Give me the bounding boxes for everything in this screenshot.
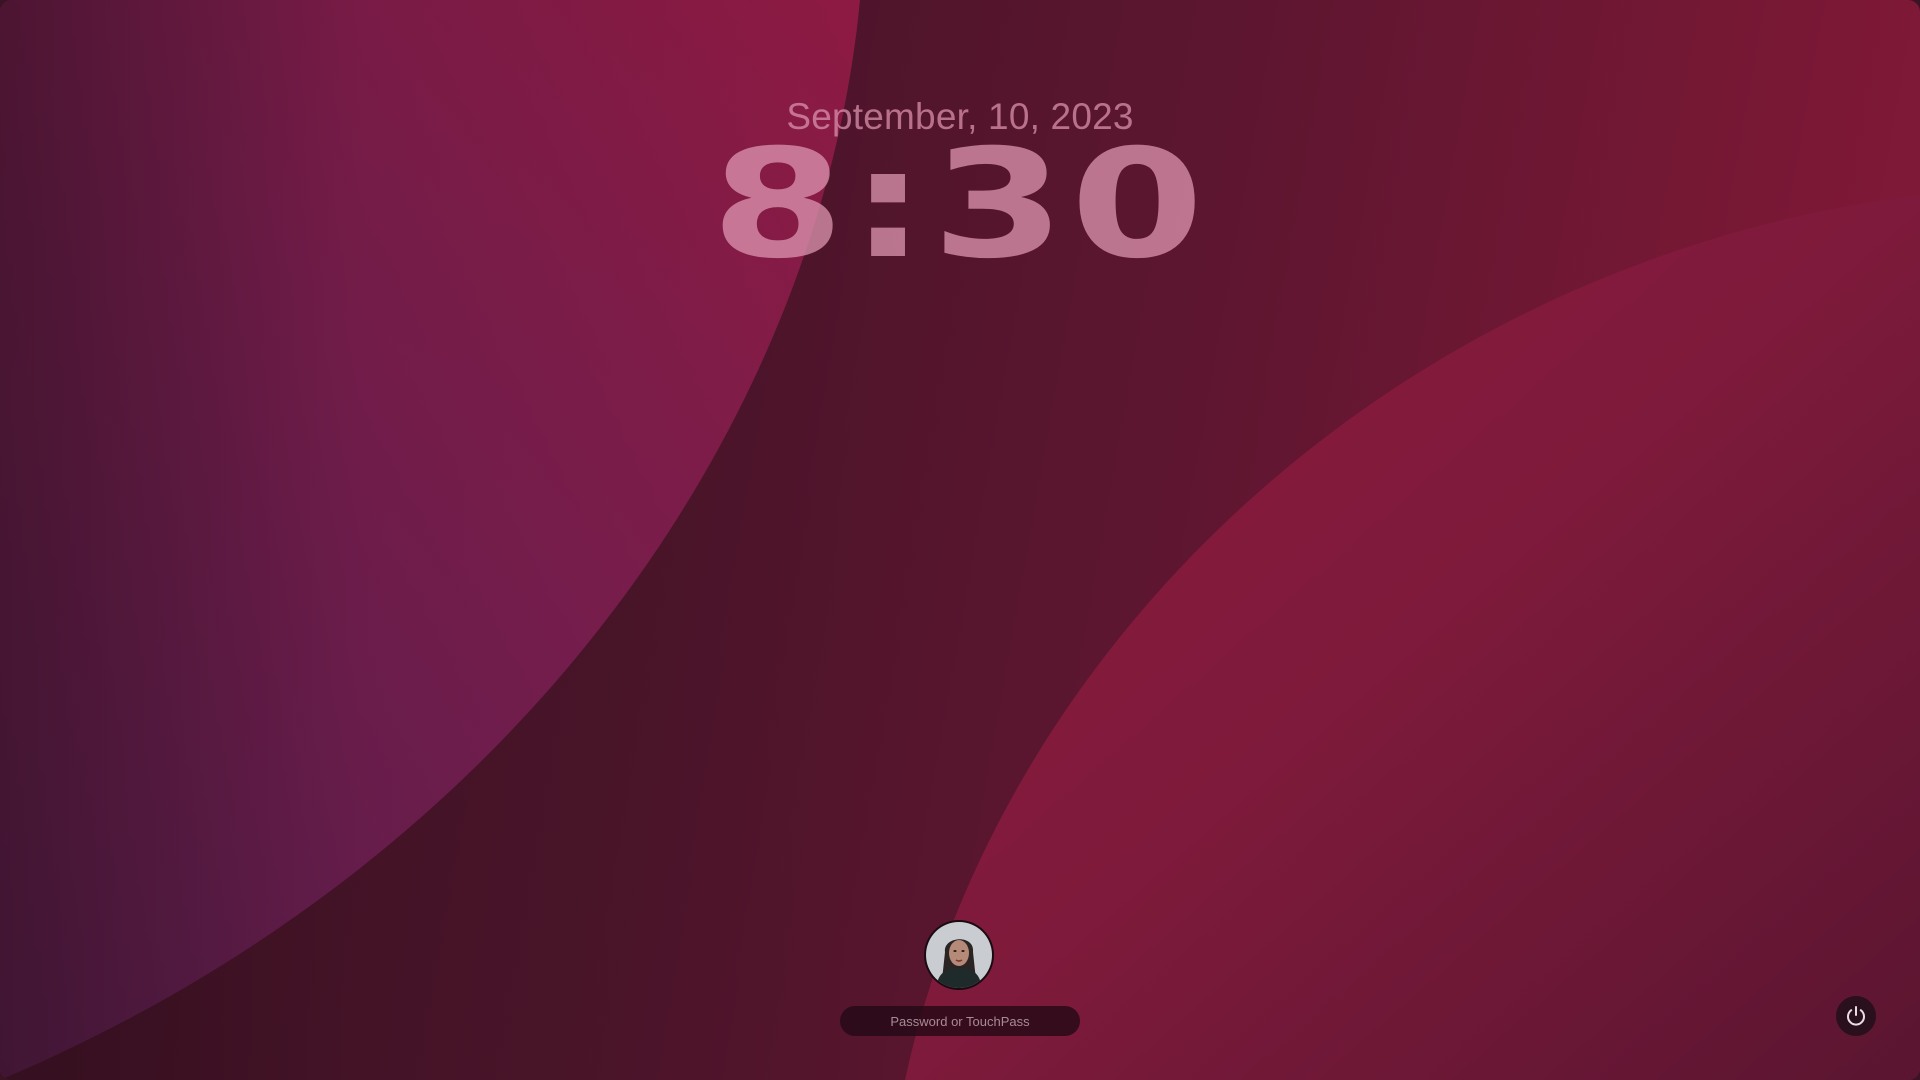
power-icon [1847,1006,1865,1026]
user-avatar[interactable] [924,920,994,990]
lock-screen-clock: 8:30 [710,118,1210,292]
lock-screen: September, 10, 2023 8:30 [0,0,1920,1080]
power-button[interactable] [1836,996,1876,1036]
password-input[interactable] [840,1006,1080,1036]
user-avatar-photo-icon [926,922,992,988]
